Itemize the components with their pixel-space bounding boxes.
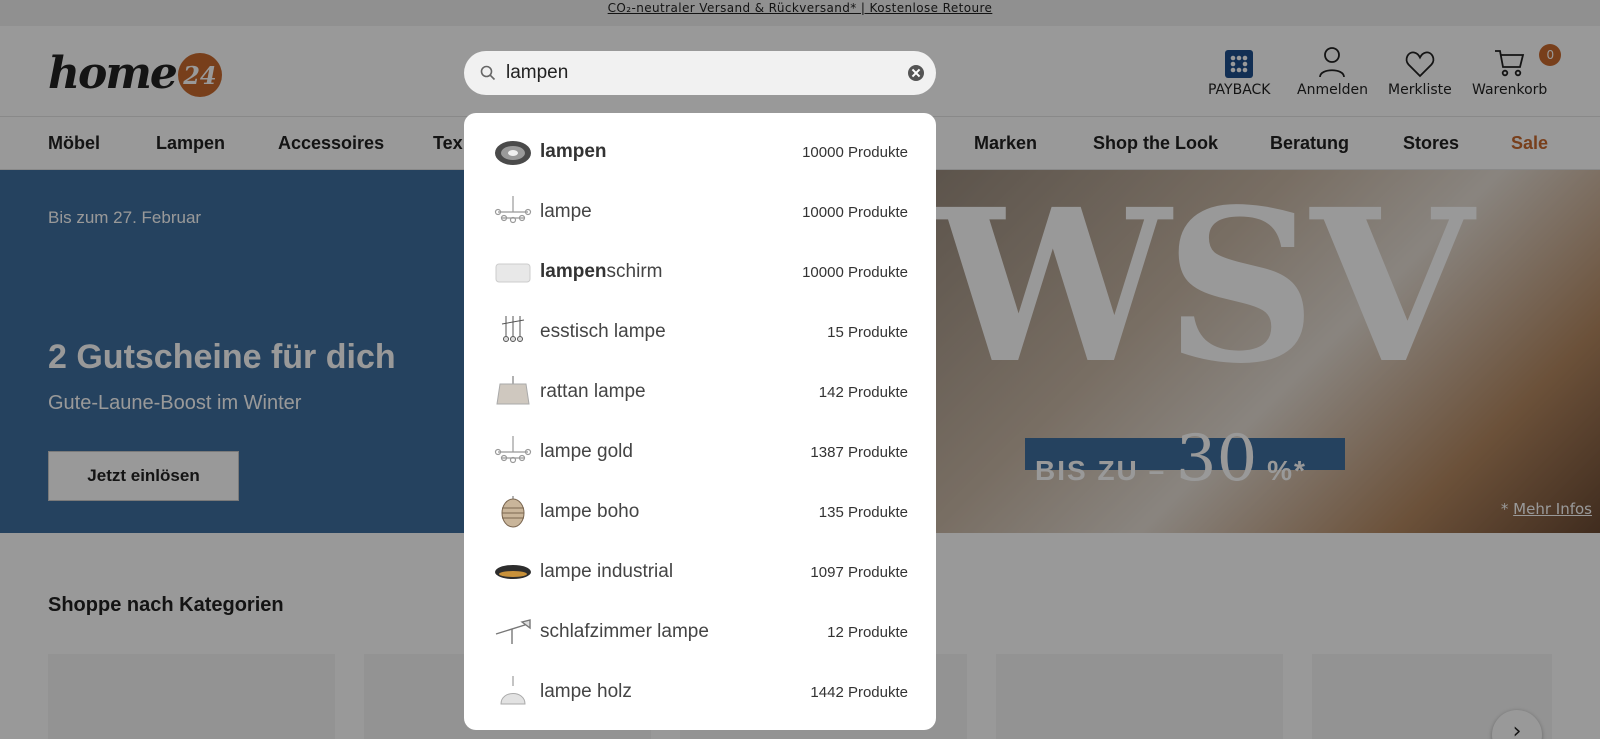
- chandelier-icon: [494, 436, 532, 464]
- suggestion-count: 10000 Produkte: [802, 263, 908, 281]
- suggestion-rest: schirm: [606, 261, 663, 282]
- suggestion-rest: rattan lampe: [540, 381, 646, 402]
- suggestion-match: lampen: [540, 141, 607, 162]
- suggestion-item[interactable]: lampe industrial 1097 Produkte: [494, 542, 908, 602]
- pendant-lamp-icon: [495, 141, 531, 165]
- suggestion-item[interactable]: lampe gold 1387 Produkte: [494, 422, 908, 482]
- suggestion-rest: lampe holz: [540, 681, 632, 702]
- suggestion-count: 135 Produkte: [818, 503, 908, 521]
- suggestion-item[interactable]: lampen 10000 Produkte: [494, 122, 908, 182]
- search-input[interactable]: [502, 51, 882, 95]
- suggestion-item[interactable]: lampe 10000 Produkte: [494, 182, 908, 242]
- suggestion-count: 10000 Produkte: [802, 143, 908, 161]
- search-bar: [464, 51, 936, 95]
- suggestion-item[interactable]: lampenschirm 10000 Produkte: [494, 242, 908, 302]
- chandelier-icon: [494, 196, 532, 224]
- dome-lamp-icon: [500, 676, 526, 705]
- suggestion-item[interactable]: schlafzimmer lampe 12 Produkte: [494, 602, 908, 662]
- suggestion-count: 142 Produkte: [818, 383, 908, 401]
- suggestion-rest: lampe industrial: [540, 561, 674, 582]
- suggestion-rest: lampe gold: [540, 441, 633, 462]
- wall-lamp-icon: [495, 619, 531, 644]
- suggestion-item[interactable]: esstisch lampe 15 Produkte: [494, 302, 908, 362]
- boho-lamp-icon: [501, 496, 525, 528]
- suggestion-count: 10000 Produkte: [802, 203, 908, 221]
- suggestion-rest: lampe: [540, 201, 592, 222]
- suggestion-count: 12 Produkte: [827, 623, 908, 641]
- suggestion-item[interactable]: lampe holz 1442 Produkte: [494, 662, 908, 722]
- suggestion-item[interactable]: lampe boho 135 Produkte: [494, 482, 908, 542]
- lampshade-icon: [495, 263, 531, 283]
- suggestion-rest: schlafzimmer lampe: [540, 621, 709, 642]
- clear-search-icon[interactable]: [908, 65, 924, 81]
- suggestion-count: 1442 Produkte: [810, 683, 908, 701]
- suggestion-count: 1097 Produkte: [810, 563, 908, 581]
- ring-lamp-icon: [495, 565, 531, 579]
- suggestion-count: 1387 Produkte: [810, 443, 908, 461]
- search-icon: [480, 65, 496, 81]
- suggestion-rest: esstisch lampe: [540, 321, 666, 342]
- suggestion-count: 15 Produkte: [827, 323, 908, 341]
- suggestion-match: lampen: [540, 261, 607, 282]
- rattan-lamp-icon: [496, 376, 530, 405]
- suggestion-item[interactable]: rattan lampe 142 Produkte: [494, 362, 908, 422]
- hanging-lamps-icon: [501, 316, 525, 342]
- search-suggestions: lampen 10000 Produkte lampe 10000 Produk…: [464, 113, 936, 730]
- suggestion-rest: lampe boho: [540, 501, 640, 522]
